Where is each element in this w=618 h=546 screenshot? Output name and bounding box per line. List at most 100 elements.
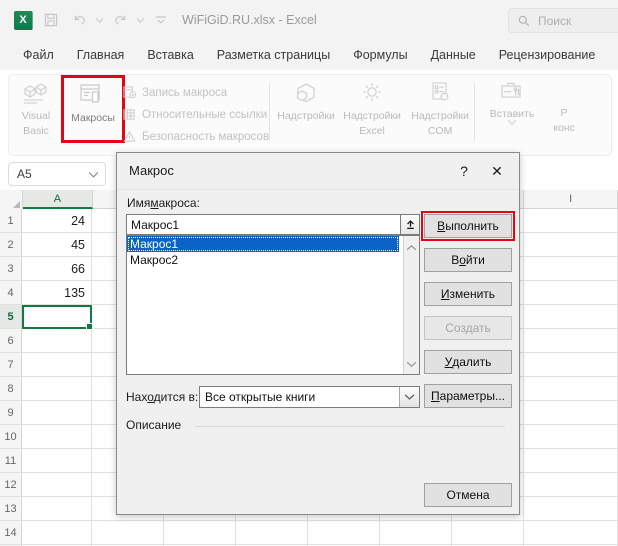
- cell-i6[interactable]: [524, 329, 618, 353]
- tab-review[interactable]: Рецензирование: [490, 44, 605, 66]
- undo-icon[interactable]: [66, 7, 92, 33]
- cell-c14[interactable]: [164, 521, 236, 545]
- cell-a13[interactable]: [22, 497, 92, 521]
- visual-basic-button[interactable]: Visual Basic: [9, 75, 63, 149]
- cell-d14[interactable]: [236, 521, 308, 545]
- location-select[interactable]: Все открытые книги: [199, 386, 420, 408]
- excel-addins-button[interactable]: Надстройки Excel: [338, 75, 406, 149]
- cell-i10[interactable]: [524, 425, 618, 449]
- design-mode-button[interactable]: Р конс: [543, 75, 585, 149]
- cell-i1[interactable]: [524, 209, 618, 233]
- scroll-up-icon[interactable]: [406, 238, 417, 256]
- edit-button-label: зменить: [449, 287, 496, 301]
- row-header-11[interactable]: 11: [0, 449, 22, 473]
- cell-f14[interactable]: [380, 521, 452, 545]
- chevron-down-icon[interactable]: [399, 387, 419, 407]
- cell-i7[interactable]: [524, 353, 618, 377]
- row-header-13[interactable]: 13: [0, 497, 22, 521]
- macro-security-button[interactable]: Безопасность макросов: [123, 127, 269, 146]
- save-icon[interactable]: [38, 7, 64, 33]
- insert-chevron-down-icon[interactable]: [508, 120, 517, 125]
- options-button[interactable]: Параметры...: [424, 384, 512, 408]
- cell-i4[interactable]: [524, 281, 618, 305]
- row-header-3[interactable]: 3: [0, 257, 22, 281]
- customize-qat-icon[interactable]: [148, 7, 174, 33]
- macro-list[interactable]: Макрос1 Макрос2: [126, 235, 420, 375]
- tab-file[interactable]: Файл: [14, 44, 63, 66]
- cell-i5[interactable]: [524, 305, 618, 329]
- column-header-i[interactable]: I: [524, 190, 618, 209]
- run-button[interactable]: Выполнить: [424, 214, 512, 238]
- close-icon[interactable]: ✕: [485, 161, 509, 181]
- cell-a3[interactable]: 66: [22, 257, 92, 281]
- step-into-button[interactable]: Во йти: [424, 248, 512, 272]
- location-select-value: Все открытые книги: [205, 390, 316, 404]
- tab-insert[interactable]: Вставка: [138, 44, 202, 66]
- cancel-button[interactable]: Отмена: [424, 483, 512, 507]
- cell-a11[interactable]: [22, 449, 92, 473]
- cell-i12[interactable]: [524, 473, 618, 497]
- macro-name-input[interactable]: Макрос1: [126, 214, 409, 235]
- macros-button[interactable]: Макросы: [61, 75, 125, 143]
- row-header-12[interactable]: 12: [0, 473, 22, 497]
- cell-b14[interactable]: [92, 521, 164, 545]
- column-header-a[interactable]: A: [22, 190, 93, 209]
- row-header-10[interactable]: 10: [0, 425, 22, 449]
- list-scrollbar[interactable]: [403, 236, 419, 374]
- row-header-5[interactable]: 5: [0, 305, 22, 329]
- cell-a14[interactable]: [22, 521, 92, 545]
- cell-i3[interactable]: [524, 257, 618, 281]
- cell-a2[interactable]: 45: [22, 233, 92, 257]
- tab-formulas[interactable]: Формулы: [344, 44, 416, 66]
- cell-i13[interactable]: [524, 497, 618, 521]
- record-macro-button[interactable]: Запись макроса: [123, 83, 269, 102]
- relative-references-button[interactable]: Относительные ссылки: [123, 105, 269, 124]
- edit-button[interactable]: Изменить: [424, 282, 512, 306]
- tab-data[interactable]: Данные: [422, 44, 485, 66]
- row-header-8[interactable]: 8: [0, 377, 22, 401]
- redo-icon[interactable]: [107, 7, 133, 33]
- cell-a12[interactable]: [22, 473, 92, 497]
- arrow-up-icon[interactable]: [400, 214, 420, 235]
- addins-button[interactable]: Надстройки: [274, 75, 338, 149]
- cell-a1[interactable]: 24: [22, 209, 92, 233]
- select-all-corner[interactable]: [0, 190, 23, 210]
- cell-e14[interactable]: [308, 521, 380, 545]
- tab-page-layout[interactable]: Разметка страницы: [208, 44, 339, 66]
- cell-a7[interactable]: [22, 353, 92, 377]
- ribbon-group-code: Visual Basic Макросы Запись макроса Отно…: [9, 75, 269, 155]
- cell-a4[interactable]: 135: [22, 281, 92, 305]
- row-header-6[interactable]: 6: [0, 329, 22, 353]
- row-header-14[interactable]: 14: [0, 521, 22, 545]
- undo-chevron-down-icon[interactable]: [94, 7, 105, 33]
- cell-a10[interactable]: [22, 425, 92, 449]
- delete-button[interactable]: Удалить: [424, 350, 512, 374]
- list-item[interactable]: Макрос1: [127, 236, 399, 252]
- help-icon[interactable]: ?: [453, 161, 475, 181]
- row-header-1[interactable]: 1: [0, 209, 22, 233]
- row-header-9[interactable]: 9: [0, 401, 22, 425]
- cell-a8[interactable]: [22, 377, 92, 401]
- cell-i9[interactable]: [524, 401, 618, 425]
- cell-i8[interactable]: [524, 377, 618, 401]
- cell-a5-selected[interactable]: [22, 305, 93, 330]
- tab-home[interactable]: Главная: [68, 44, 134, 66]
- row-header-4[interactable]: 4: [0, 281, 22, 305]
- cell-i14[interactable]: [524, 521, 618, 545]
- cell-a9[interactable]: [22, 401, 92, 425]
- search-input[interactable]: Поиск: [508, 8, 618, 33]
- table-row: 14: [0, 521, 618, 545]
- row-header-7[interactable]: 7: [0, 353, 22, 377]
- com-addins-button[interactable]: Надстройки COM: [406, 75, 474, 149]
- scroll-down-icon[interactable]: [406, 354, 417, 372]
- chevron-down-icon[interactable]: [88, 165, 105, 183]
- insert-control-button[interactable]: Вставить: [481, 75, 543, 149]
- cell-i2[interactable]: [524, 233, 618, 257]
- redo-chevron-down-icon[interactable]: [135, 7, 146, 33]
- row-header-2[interactable]: 2: [0, 233, 22, 257]
- name-box[interactable]: A5: [8, 162, 106, 186]
- list-item[interactable]: Макрос2: [127, 252, 419, 268]
- cell-a6[interactable]: [22, 329, 92, 353]
- cell-i11[interactable]: [524, 449, 618, 473]
- cell-g14[interactable]: [452, 521, 524, 545]
